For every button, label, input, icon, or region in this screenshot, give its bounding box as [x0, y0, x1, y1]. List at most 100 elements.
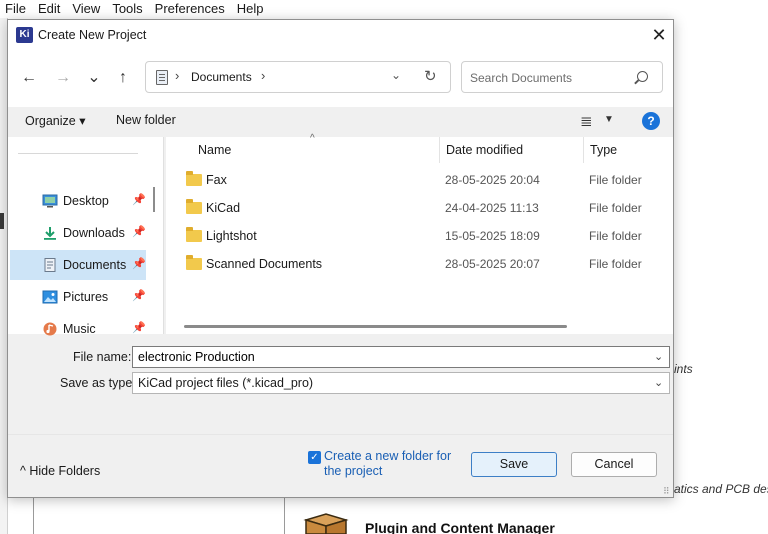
close-icon[interactable]: ✕: [648, 25, 670, 45]
background-tick-mark: [0, 213, 4, 229]
nav-item-pictures[interactable]: Pictures 📌: [10, 282, 146, 312]
file-name-dropdown-chevron-icon[interactable]: ⌄: [654, 350, 663, 363]
file-type: File folder: [589, 173, 642, 187]
breadcrumb-documents[interactable]: Documents: [191, 70, 252, 84]
pin-icon[interactable]: 📌: [132, 289, 146, 302]
footer-divider: [8, 434, 673, 435]
pin-icon[interactable]: 📌: [132, 225, 146, 238]
desktop-icon: [42, 194, 58, 208]
download-icon: [44, 227, 56, 240]
folder-icon: [186, 199, 202, 214]
navigation-row: ← → ⌄ ↑ › Documents › ⌄ ↻ Search Documen…: [8, 52, 673, 107]
address-dropdown-chevron-icon[interactable]: ⌄: [391, 68, 401, 82]
dialog-toolbar: Organize ▾ New folder ≣ ▼ ?: [8, 107, 673, 137]
search-icon[interactable]: [637, 71, 648, 82]
scrollbar-thumb[interactable]: [184, 325, 567, 328]
folder-icon: [186, 255, 202, 270]
menu-file[interactable]: File: [0, 0, 32, 18]
file-date: 28-05-2025 20:04: [445, 173, 540, 187]
nav-item-label: Music: [63, 322, 96, 336]
menu-view[interactable]: View: [66, 0, 106, 18]
menu-preferences[interactable]: Preferences: [149, 0, 231, 18]
background-partial-text-2: atics and PCB des: [674, 482, 768, 496]
app-menubar: File Edit View Tools Preferences Help: [0, 0, 768, 18]
save-as-type-select[interactable]: KiCad project files (*.kicad_pro): [132, 372, 670, 394]
file-name: Fax: [206, 173, 227, 187]
file-list-horizontal-scrollbar[interactable]: [166, 320, 673, 334]
menu-edit[interactable]: Edit: [32, 0, 66, 18]
pane-splitter[interactable]: [163, 137, 164, 334]
dialog-titlebar[interactable]: Ki Create New Project ✕: [8, 20, 673, 52]
nav-item-label: Downloads: [63, 226, 125, 240]
column-divider[interactable]: [583, 137, 584, 163]
forward-arrow-icon[interactable]: →: [51, 66, 75, 90]
folder-icon: [186, 227, 202, 242]
pictures-icon: [42, 290, 58, 304]
navigation-pane-scrollbar[interactable]: [153, 187, 155, 212]
create-folder-checkbox[interactable]: ✓: [308, 451, 321, 464]
menu-help[interactable]: Help: [231, 0, 270, 18]
file-list: ^ Name Date modified Type Fax 28-05-2025…: [166, 133, 673, 334]
nav-item-label: Pictures: [63, 290, 109, 304]
new-folder-button[interactable]: New folder: [116, 113, 176, 127]
resize-grip-icon[interactable]: ⠿: [663, 486, 670, 497]
refresh-icon[interactable]: ↻: [424, 67, 437, 85]
documents-icon: [44, 258, 56, 272]
folder-icon: [186, 171, 202, 186]
plugin-box-icon: [303, 513, 349, 534]
organize-menu-button[interactable]: Organize ▾: [25, 113, 85, 128]
column-header-name[interactable]: Name: [198, 143, 231, 157]
search-box[interactable]: Search Documents: [461, 61, 663, 93]
up-arrow-icon[interactable]: ↑: [111, 66, 135, 90]
file-name: Scanned Documents: [206, 257, 323, 271]
pin-icon[interactable]: 📌: [132, 257, 146, 270]
save-as-type-label: Save as type:: [60, 376, 136, 390]
music-icon: [43, 322, 57, 336]
view-details-icon[interactable]: ≣: [580, 112, 593, 130]
file-name: KiCad: [206, 201, 241, 215]
save-button[interactable]: Save: [471, 452, 557, 477]
file-date: 24-04-2025 11:13: [445, 201, 539, 215]
view-dropdown-icon[interactable]: ▼: [604, 114, 614, 125]
file-date: 15-05-2025 18:09: [445, 229, 540, 243]
breadcrumb-separator-icon: ›: [175, 68, 180, 83]
file-row-scanned-documents[interactable]: Scanned Documents 28-05-2025 20:07 File …: [166, 250, 673, 278]
pin-icon[interactable]: 📌: [132, 321, 146, 334]
nav-item-label: Desktop: [63, 194, 109, 208]
column-header-type[interactable]: Type: [590, 143, 617, 157]
nav-item-documents[interactable]: Documents 📌: [10, 250, 146, 280]
breadcrumb-separator-icon[interactable]: ›: [261, 68, 265, 83]
file-type: File folder: [589, 229, 642, 243]
file-row-kicad[interactable]: KiCad 24-04-2025 11:13 File folder: [166, 194, 673, 222]
address-bar[interactable]: › Documents › ⌄ ↻: [145, 61, 451, 93]
column-header-date-modified[interactable]: Date modified: [446, 143, 523, 157]
help-icon[interactable]: ?: [642, 112, 660, 130]
background-partial-text: ints: [674, 362, 693, 376]
menu-tools[interactable]: Tools: [106, 0, 148, 18]
cancel-button[interactable]: Cancel: [571, 452, 657, 477]
search-placeholder[interactable]: Search Documents: [470, 71, 572, 85]
navigation-pane: Desktop 📌 Downloads 📌 Documents 📌 Pictur…: [8, 137, 163, 336]
file-name-input[interactable]: [132, 346, 670, 368]
create-project-dialog: Ki Create New Project ✕ ← → ⌄ ↑ › Docume…: [7, 19, 674, 498]
nav-item-label: Documents: [63, 258, 127, 272]
pin-icon[interactable]: 📌: [132, 193, 146, 206]
hide-folders-button[interactable]: ^ Hide Folders: [20, 464, 100, 478]
column-divider[interactable]: [439, 137, 440, 163]
file-name: Lightshot: [206, 229, 257, 243]
navigation-pane-divider: [18, 153, 138, 154]
file-row-lightshot[interactable]: Lightshot 15-05-2025 18:09 File folder: [166, 222, 673, 250]
back-arrow-icon[interactable]: ←: [17, 66, 41, 90]
nav-item-music[interactable]: Music 📌: [10, 314, 146, 344]
file-name-label: File name:: [73, 350, 132, 364]
sort-ascending-icon: ^: [310, 133, 315, 144]
background-project-panel: [33, 496, 285, 534]
nav-item-downloads[interactable]: Downloads 📌: [10, 218, 146, 248]
nav-item-desktop[interactable]: Desktop 📌: [10, 186, 146, 216]
save-as-type-chevron-icon[interactable]: ⌄: [654, 376, 663, 389]
file-type: File folder: [589, 201, 642, 215]
recent-locations-chevron-icon[interactable]: ⌄: [82, 66, 106, 90]
plugin-manager-title[interactable]: Plugin and Content Manager: [365, 520, 555, 534]
file-row-fax[interactable]: Fax 28-05-2025 20:04 File folder: [166, 166, 673, 194]
create-folder-checkbox-label[interactable]: Create a new folder for the project: [324, 449, 454, 479]
